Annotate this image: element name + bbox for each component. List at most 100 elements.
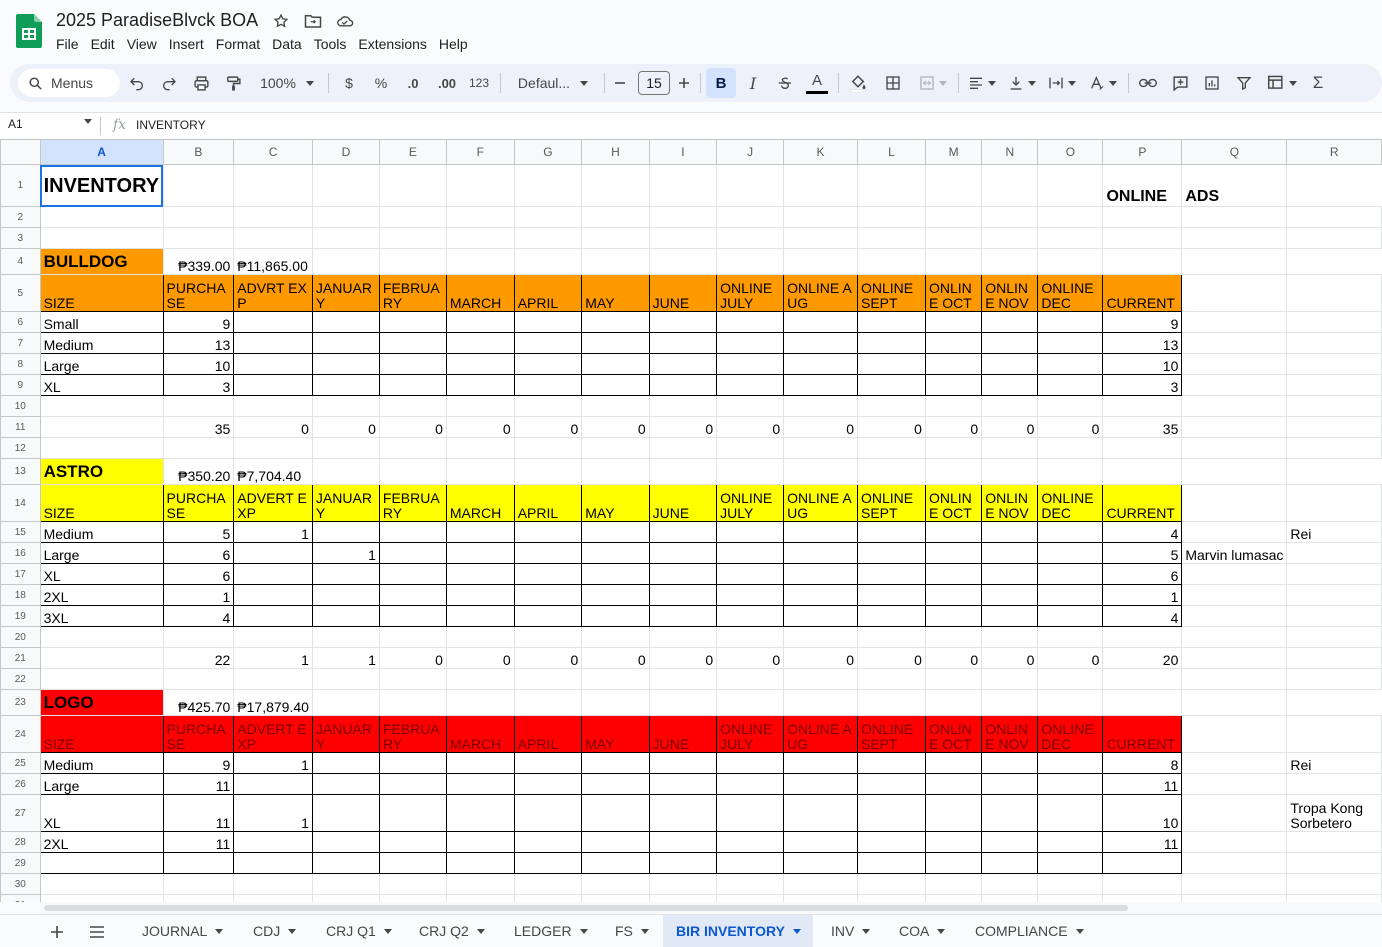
zoom-select[interactable]: 100% — [254, 64, 320, 102]
tab-compliance[interactable]: COMPLIANCE — [969, 915, 1090, 947]
total-cell[interactable]: 0 — [581, 647, 650, 669]
tab-crj-q1[interactable]: CRJ Q1 — [320, 915, 398, 947]
col-header-d[interactable]: D — [311, 139, 380, 165]
italic-button[interactable]: I — [742, 64, 764, 102]
astro-nov-header[interactable]: ONLINE NOV — [981, 484, 1039, 522]
cell[interactable] — [311, 164, 380, 207]
col-header-h[interactable]: H — [581, 139, 650, 165]
document-title[interactable]: 2025 ParadiseBlvck BOA — [56, 10, 258, 31]
cell[interactable]: 5 — [162, 521, 235, 543]
astro-ad-total[interactable]: ₱7,704.40 — [233, 458, 313, 485]
cell[interactable] — [1037, 164, 1104, 207]
astro-oct-header[interactable]: ONLINE OCT — [924, 484, 983, 522]
astro-aug-header[interactable]: ONLINE AUG — [783, 484, 858, 522]
cell[interactable] — [856, 164, 926, 207]
bulldog-dec-header[interactable]: ONLINE DEC — [1037, 274, 1104, 312]
font-size-increase-button[interactable] — [674, 64, 694, 102]
logo-current-header[interactable]: CURRENT — [1102, 715, 1183, 753]
chevron-down-icon[interactable] — [84, 119, 92, 124]
cell[interactable] — [233, 605, 313, 627]
cell[interactable] — [981, 164, 1039, 207]
all-sheets-menu-icon[interactable] — [85, 921, 109, 943]
increase-decimal-button[interactable]: .00 — [432, 64, 462, 102]
star-icon[interactable] — [272, 12, 290, 30]
menu-view[interactable]: View — [121, 35, 163, 53]
astro-size-header[interactable]: SIZE — [39, 484, 164, 522]
logo-sep-header[interactable]: ONLINE SEPT — [856, 715, 926, 753]
total-cell[interactable]: 0 — [924, 647, 983, 669]
cell[interactable] — [311, 374, 380, 396]
filter-views-icon[interactable] — [1262, 64, 1302, 102]
cell[interactable] — [311, 332, 380, 354]
undo-icon[interactable] — [126, 64, 148, 102]
cell[interactable] — [233, 374, 313, 396]
select-all-corner[interactable] — [0, 139, 41, 165]
total-cell[interactable]: 0 — [648, 647, 718, 669]
note-cell[interactable]: Marvin lumasac — [1181, 542, 1288, 564]
logo-aug-header[interactable]: ONLINE AUG — [783, 715, 858, 753]
font-family-select[interactable]: Defaul... — [510, 64, 596, 102]
scrollbar-thumb[interactable] — [44, 905, 1128, 911]
row-number[interactable]: 1 — [0, 164, 41, 207]
row-number[interactable]: 27 — [0, 794, 41, 832]
total-cell[interactable]: 20 — [1102, 647, 1183, 669]
cell[interactable] — [311, 521, 380, 543]
menu-insert[interactable]: Insert — [163, 35, 210, 53]
total-cell[interactable]: 0 — [783, 416, 858, 438]
cell[interactable]: 8 — [1102, 752, 1183, 774]
bulldog-advert-header[interactable]: ADVRT EXP — [233, 274, 313, 312]
cell[interactable]: 4 — [1102, 521, 1183, 543]
more-formats-button[interactable]: 123 — [466, 64, 492, 102]
cell[interactable]: 11 — [162, 831, 235, 853]
cell[interactable] — [311, 563, 380, 585]
bold-button[interactable]: B — [706, 68, 736, 98]
cell[interactable]: 2XL — [39, 831, 164, 853]
tab-ledger[interactable]: LEDGER — [508, 915, 594, 947]
row-number[interactable]: 26 — [0, 773, 41, 795]
cell[interactable]: 10 — [162, 353, 235, 375]
row-number[interactable]: 20 — [0, 626, 41, 648]
logo-mar-header[interactable]: MARCH — [445, 715, 515, 753]
logo-dec-header[interactable]: ONLINE DEC — [1037, 715, 1104, 753]
cell[interactable] — [311, 353, 380, 375]
astro-section-title[interactable]: ASTRO — [39, 458, 164, 485]
cell[interactable]: 1 — [233, 794, 313, 832]
cell[interactable]: 9 — [1102, 311, 1183, 333]
total-cell[interactable]: 0 — [378, 647, 447, 669]
insert-comment-icon[interactable] — [1168, 64, 1192, 102]
cell[interactable] — [311, 311, 380, 333]
cell[interactable]: XL — [39, 794, 164, 832]
text-wrapping-icon[interactable] — [1044, 64, 1080, 102]
astro-jul-header[interactable]: ONLINE JULY — [716, 484, 785, 522]
row-number[interactable]: 9 — [0, 374, 41, 396]
total-cell[interactable]: 0 — [445, 416, 515, 438]
tab-fs[interactable]: FS — [609, 915, 655, 947]
cell[interactable]: 11 — [1102, 773, 1183, 795]
functions-sigma-icon[interactable]: Σ — [1308, 64, 1328, 102]
cell[interactable]: XL — [39, 563, 164, 585]
cell[interactable] — [233, 542, 313, 564]
cell[interactable]: Large — [39, 353, 164, 375]
astro-unit-price[interactable]: ₱350.20 — [162, 458, 235, 485]
decrease-decimal-button[interactable]: .0 — [400, 64, 426, 102]
merge-cells-icon[interactable] — [914, 64, 952, 102]
total-cell[interactable]: 22 — [162, 647, 235, 669]
menus-search[interactable]: Menus — [18, 69, 120, 97]
cell[interactable]: 10 — [1102, 794, 1183, 832]
cell[interactable] — [233, 563, 313, 585]
bulldog-aug-header[interactable]: ONLINE AUG — [783, 274, 858, 312]
note-cell[interactable]: Tropa Kong Sorbetero — [1286, 794, 1382, 832]
cell[interactable]: Large — [39, 773, 164, 795]
percent-format-button[interactable]: % — [370, 64, 392, 102]
bulldog-oct-header[interactable]: ONLINE OCT — [924, 274, 983, 312]
row-number[interactable]: 15 — [0, 521, 41, 543]
col-header-a[interactable]: A — [39, 139, 164, 165]
tab-inv[interactable]: INV — [825, 915, 876, 947]
total-cell[interactable]: 0 — [716, 647, 785, 669]
logo-advert-header[interactable]: ADVERT EXP — [233, 715, 313, 753]
logo-jan-header[interactable]: JANUARY — [311, 715, 380, 753]
col-header-g[interactable]: G — [513, 139, 583, 165]
col-header-e[interactable]: E — [378, 139, 447, 165]
logo-may-header[interactable]: MAY — [581, 715, 650, 753]
cell[interactable]: 1 — [162, 584, 235, 606]
